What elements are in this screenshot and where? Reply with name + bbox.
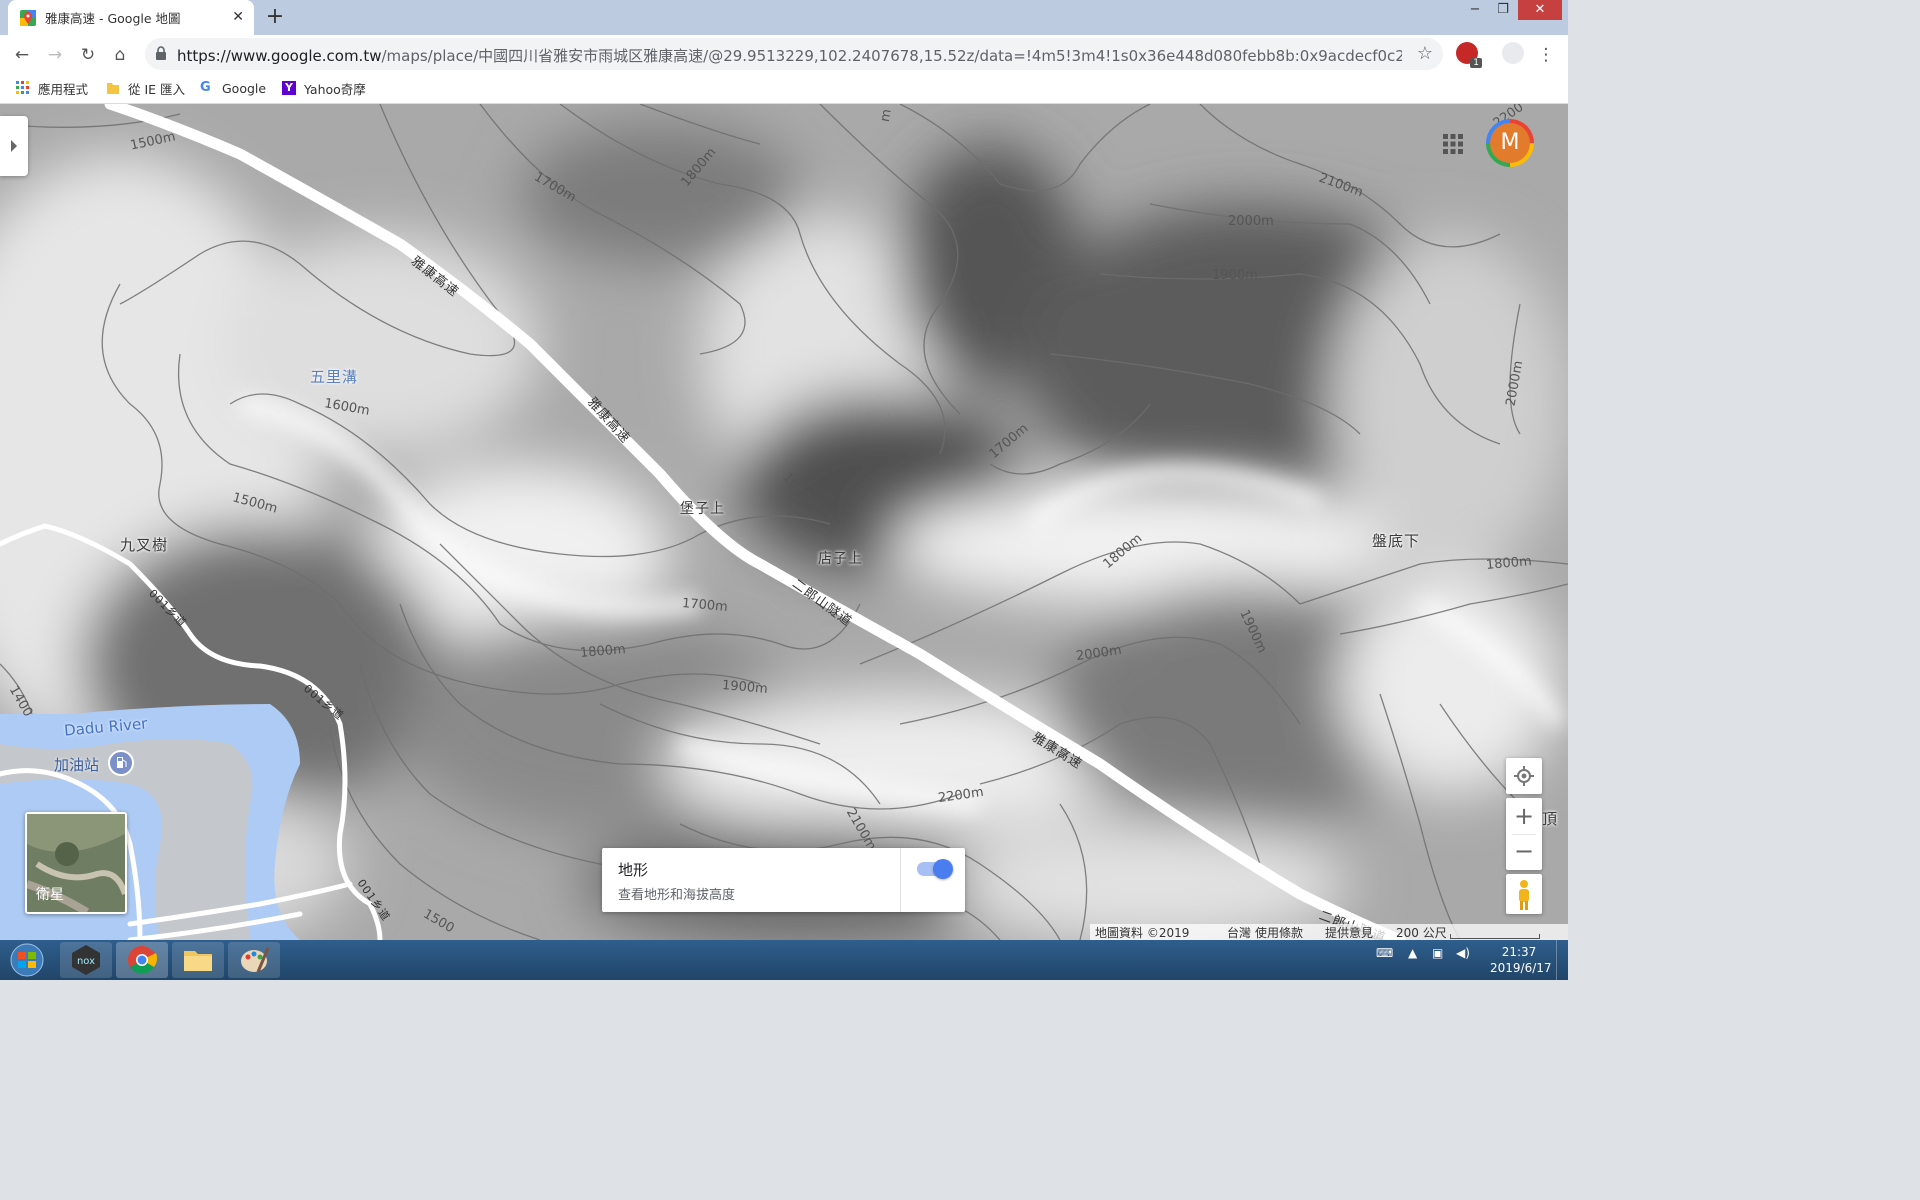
side-panel-toggle[interactable] [0,116,28,176]
tab-google-maps[interactable]: 雅康高速 - Google 地圖 ✕ [8,0,254,35]
location-icon [1514,766,1534,786]
yahoo-icon: Y [282,81,296,95]
bookmarks-bar: 應用程式 從 IE 匯入 G Google Y Yahoo奇摩 [0,73,1568,104]
contour-label: 2000m [1228,214,1274,229]
paint-taskbar-button[interactable] [228,942,280,978]
extension-badge: 1 [1470,58,1482,68]
nox-taskbar-button[interactable]: nox [60,942,112,978]
google-icon: G [200,80,211,95]
bookmark-star-icon[interactable]: ☆ [1417,43,1433,64]
clock-time: 21:37 [1501,945,1537,959]
region-link[interactable]: 台灣 [1227,924,1251,940]
satellite-layer-toggle[interactable]: 衛星 [25,812,127,914]
new-tab-button[interactable]: + [260,3,290,31]
volume-tray-icon[interactable]: ◀) [1456,946,1470,960]
lock-icon [156,46,166,60]
nox-icon: nox [72,945,100,975]
divider [900,848,901,912]
bookmark-apps[interactable]: 應用程式 [16,79,88,97]
menu-icon[interactable]: ⋮ [1533,42,1559,68]
bookmark-label: 應用程式 [38,81,89,97]
terrain-layer [0,104,1568,940]
home-icon[interactable]: ⌂ [107,42,133,68]
terrain-toggle-card: 地形 查看地形和海拔高度 [602,848,965,912]
bookmark-label: Yahoo奇摩 [304,81,366,97]
bookmark-ie-import[interactable]: 從 IE 匯入 [106,79,185,97]
folder-icon [184,951,212,971]
place-label[interactable]: 盤底下 [1372,530,1420,551]
terrain-description: 查看地形和海拔高度 [618,888,736,903]
start-button[interactable] [2,942,52,978]
terms-link[interactable]: 使用條款 [1255,924,1303,940]
bookmark-yahoo[interactable]: Y Yahoo奇摩 [282,79,366,97]
pegman-button[interactable] [1506,874,1542,914]
place-label[interactable]: 店子上 [818,548,863,568]
feedback-link[interactable]: 提供意見 [1325,924,1373,940]
google-maps-icon [20,9,36,26]
svg-text:nox: nox [77,956,95,967]
forward-icon[interactable]: → [42,42,68,68]
minimize-button[interactable]: − [1462,0,1488,20]
extension-icon[interactable] [1502,42,1524,64]
url-domain: https://www.google.com.tw [177,47,382,65]
folder-icon [107,83,119,94]
explorer-taskbar-button[interactable] [172,942,224,978]
layer-label: 衛星 [36,887,64,903]
show-desktop-button[interactable] [1556,940,1569,980]
gas-station-icon[interactable] [108,750,134,776]
reload-icon[interactable]: ↻ [75,42,101,68]
gas-station-label[interactable]: 加油站 [54,754,99,775]
url-path: /maps/place/中國四川省雅安市雨城区雅康高速/@29.9513229,… [381,47,1402,65]
apps-icon [16,81,29,94]
google-apps-icon[interactable] [1441,132,1465,156]
clock-date: 2019/6/17 [1490,961,1552,975]
contour-label: 1900m [1212,268,1258,283]
zoom-out-button[interactable]: − [1506,834,1542,870]
tab-close-icon[interactable]: ✕ [232,9,244,25]
chrome-taskbar-button[interactable] [116,942,168,978]
chevron-right-icon [11,140,17,152]
map-canvas[interactable]: 1500m 1700m 1800m 1600m 1500m 1600m 1700… [0,104,1568,940]
keyboard-tray-icon[interactable]: ⌨ [1376,946,1393,960]
maximize-button[interactable]: ❐ [1490,0,1516,20]
terrain-title: 地形 [618,861,649,879]
place-label[interactable]: 堡子上 [680,498,725,518]
my-location-button[interactable] [1506,758,1542,794]
paint-icon [241,947,270,973]
network-tray-icon[interactable]: ▣ [1432,946,1443,960]
avatar-initial: M [1490,123,1530,163]
place-label[interactable]: 頂 [1542,808,1558,829]
clock[interactable]: 21:37 2019/6/17 [1490,944,1552,976]
adblock-extension-icon[interactable]: 1 [1456,42,1482,68]
place-label[interactable]: 九叉樹 [120,534,168,555]
terrain-switch[interactable] [917,859,953,879]
bookmark-label: Google [222,80,267,96]
tab-strip: 雅康高速 - Google 地圖 ✕ + − ❐ ✕ [0,0,1568,35]
zoom-in-button[interactable]: + [1506,798,1542,834]
bookmark-google[interactable]: G Google [200,79,266,97]
close-window-button[interactable]: ✕ [1518,0,1562,20]
account-avatar[interactable]: M [1486,119,1534,167]
contour-label: m [877,107,895,124]
map-data-credit[interactable]: 地圖資料 ©2019 [1095,924,1189,940]
url-text: https://www.google.com.tw/maps/place/中國四… [177,45,1402,66]
browser-toolbar: ← → ↻ ⌂ https://www.google.com.tw/maps/p… [0,35,1568,73]
place-label[interactable]: 五里溝 [310,366,358,387]
back-icon[interactable]: ← [9,42,35,68]
scale-label[interactable]: 200 公尺 [1396,924,1447,940]
windows-taskbar: nox ⌨ ▲ ▣ ◀) 21:37 2019/6/17 [0,940,1568,980]
show-hidden-icons-icon[interactable]: ▲ [1408,946,1417,960]
bookmark-label: 從 IE 匯入 [128,81,186,97]
switch-knob [933,859,953,879]
attribution-bar: 地圖資料 ©2019 台灣 使用條款 提供意見 200 公尺 [1090,924,1568,940]
scale-bar [1450,934,1540,939]
chrome-icon [128,946,158,974]
pegman-icon [1519,880,1529,910]
zoom-control: + − [1506,798,1542,870]
tab-title: 雅康高速 - Google 地圖 [45,11,181,26]
address-bar[interactable]: https://www.google.com.tw/maps/place/中國四… [145,38,1443,70]
windows-logo-icon [10,943,44,977]
